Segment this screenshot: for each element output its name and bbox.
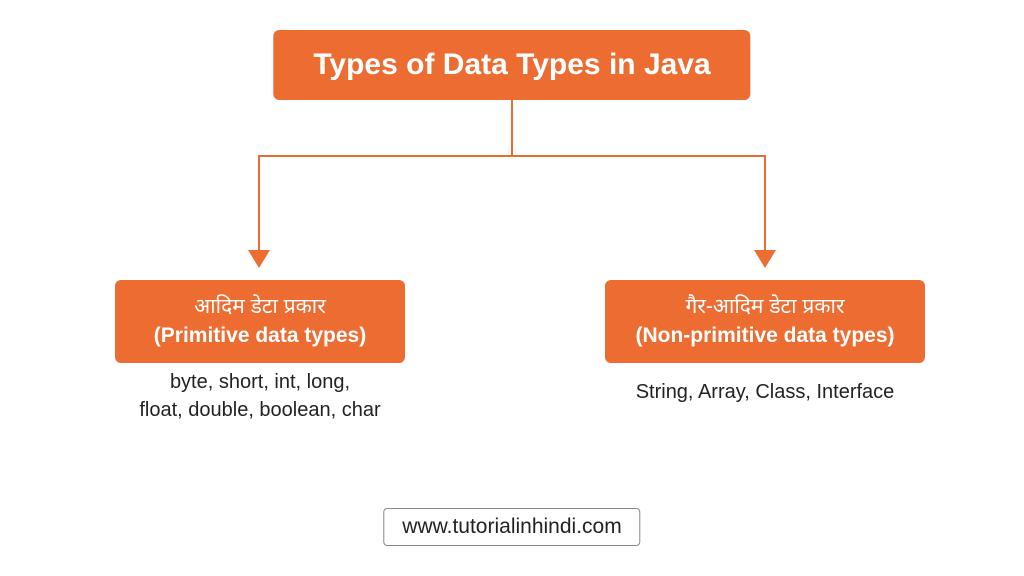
connector-line: [511, 100, 513, 155]
nonprimitive-examples: String, Array, Class, Interface: [605, 378, 925, 406]
connector-line: [764, 155, 766, 255]
primitive-examples-line2: float, double, boolean, char: [115, 396, 405, 424]
arrow-down-icon: [754, 250, 776, 268]
nonprimitive-hindi-label: गैर-आदिम डेटा प्रकार: [625, 292, 905, 321]
nonprimitive-examples-text: String, Array, Class, Interface: [605, 378, 925, 406]
primitive-examples-line1: byte, short, int, long,: [115, 368, 405, 396]
primitive-english-label: (Primitive data types): [135, 321, 385, 350]
connector-line: [258, 155, 766, 157]
diagram-title: Types of Data Types in Java: [273, 30, 750, 100]
connector-line: [258, 155, 260, 255]
primitive-examples: byte, short, int, long, float, double, b…: [115, 368, 405, 424]
arrow-down-icon: [248, 250, 270, 268]
primitive-hindi-label: आदिम डेटा प्रकार: [135, 292, 385, 321]
website-link: www.tutorialinhindi.com: [383, 508, 640, 546]
nonprimitive-types-box: गैर-आदिम डेटा प्रकार (Non-primitive data…: [605, 280, 925, 363]
nonprimitive-english-label: (Non-primitive data types): [625, 321, 905, 350]
primitive-types-box: आदिम डेटा प्रकार (Primitive data types): [115, 280, 405, 363]
